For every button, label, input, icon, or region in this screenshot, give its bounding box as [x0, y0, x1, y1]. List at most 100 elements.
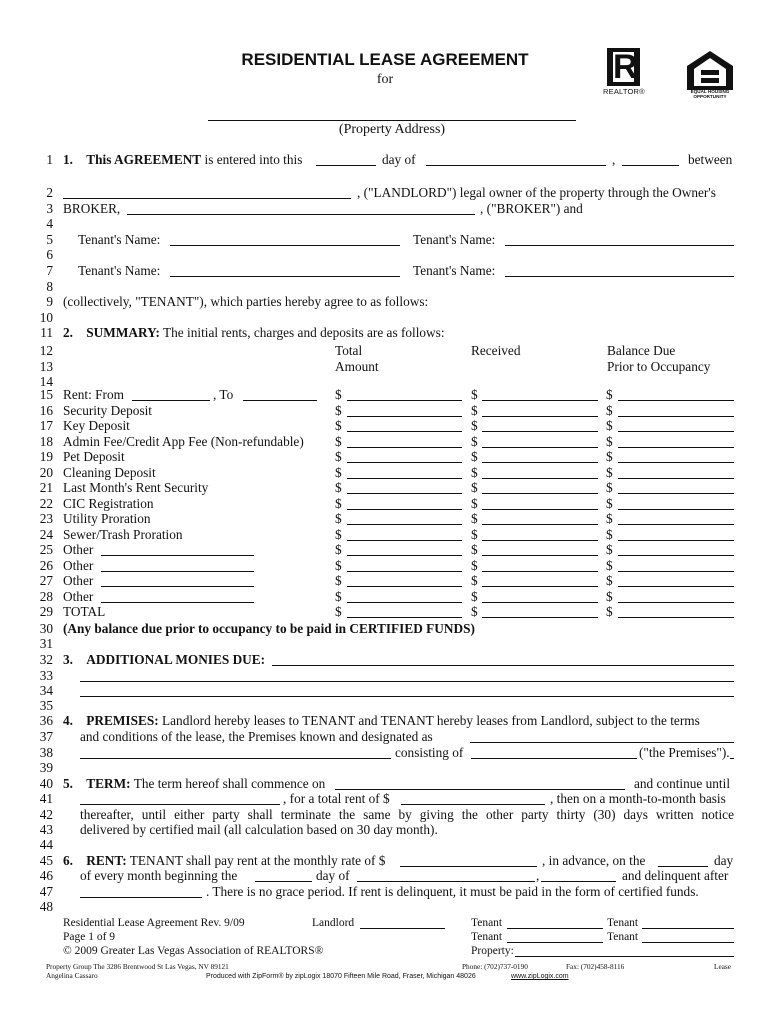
term-start-field[interactable]: [335, 776, 625, 790]
additional-monies-field-2[interactable]: [80, 668, 734, 682]
total-amount-field[interactable]: [347, 573, 462, 587]
other-description-field[interactable]: [101, 573, 254, 587]
received-field[interactable]: [482, 511, 598, 525]
form-revision: Residential Lease Agreement Rev. 9/09: [63, 917, 245, 929]
beginning-year-field[interactable]: [541, 868, 616, 882]
balance-due-field[interactable]: [618, 449, 734, 463]
property-address-field[interactable]: [208, 120, 576, 121]
received-field[interactable]: [482, 542, 598, 556]
other-description-field[interactable]: [101, 558, 254, 572]
total-amount-field[interactable]: [347, 449, 462, 463]
total-amount-field[interactable]: [347, 604, 462, 618]
ziplogix-link[interactable]: www.zipLogix.com: [511, 973, 569, 980]
balance-due-field[interactable]: [618, 465, 734, 479]
total-rent-field[interactable]: [401, 791, 545, 805]
total-amount-field[interactable]: [347, 558, 462, 572]
equal-housing-house-icon: [687, 51, 733, 90]
balance-due-field[interactable]: [618, 480, 734, 494]
beginning-day-field[interactable]: [255, 868, 312, 882]
tenant-initials-field-2[interactable]: [642, 916, 734, 929]
total-amount-field[interactable]: [347, 511, 462, 525]
balance-due-field[interactable]: [618, 589, 734, 603]
premises-designation-field[interactable]: [470, 729, 734, 743]
rent-from-field[interactable]: [132, 387, 210, 401]
agreement-day-field[interactable]: [316, 152, 376, 166]
balance-due-field[interactable]: [618, 558, 734, 572]
received-field[interactable]: [482, 403, 598, 417]
total-amount-field[interactable]: [347, 403, 462, 417]
total-amount-field[interactable]: [347, 542, 462, 556]
received-field[interactable]: [482, 418, 598, 432]
summary-row-label: Key Deposit: [63, 418, 130, 433]
total-amount-field[interactable]: [347, 418, 462, 432]
section-heading: RENT:: [86, 853, 127, 868]
agreement-month-field[interactable]: [426, 152, 606, 166]
total-amount-field[interactable]: [347, 465, 462, 479]
total-amount-field[interactable]: [347, 589, 462, 603]
text: and delinquent after: [622, 868, 729, 883]
column-header-total: Total: [335, 343, 363, 358]
balance-due-field[interactable]: [618, 511, 734, 525]
balance-due-field[interactable]: [618, 604, 734, 618]
received-field[interactable]: [482, 480, 598, 494]
balance-due-field[interactable]: [618, 542, 734, 556]
tenant-name-field-3[interactable]: [170, 263, 400, 277]
other-description-field[interactable]: [101, 589, 254, 603]
total-amount-field[interactable]: [347, 480, 462, 494]
line-number: 9: [46, 294, 53, 309]
balance-due-field[interactable]: [618, 434, 734, 448]
total-amount-field[interactable]: [347, 496, 462, 510]
received-field[interactable]: [482, 573, 598, 587]
tenant-initials-field-4[interactable]: [642, 930, 734, 943]
received-field[interactable]: [482, 387, 598, 401]
monthly-rate-field[interactable]: [400, 853, 537, 867]
total-amount-field[interactable]: [347, 434, 462, 448]
balance-due-field[interactable]: [618, 496, 734, 510]
received-field[interactable]: [482, 449, 598, 463]
received-field[interactable]: [482, 589, 598, 603]
premises-address-field[interactable]: [80, 745, 391, 759]
landlord-name-field[interactable]: [63, 185, 351, 199]
tenant-name-field-4[interactable]: [505, 263, 734, 277]
beginning-month-field[interactable]: [357, 868, 535, 882]
text: The initial rents, charges and deposits …: [163, 325, 445, 340]
balance-due-field[interactable]: [618, 573, 734, 587]
additional-monies-field-1[interactable]: [272, 652, 734, 666]
tenant-initials-field-1[interactable]: [507, 916, 603, 929]
tenant-name-field-1[interactable]: [170, 232, 400, 246]
rent-to-field[interactable]: [243, 387, 317, 401]
tenant-initials-field-3[interactable]: [507, 930, 603, 943]
balance-due-field[interactable]: [618, 527, 734, 541]
balance-due-field[interactable]: [618, 403, 734, 417]
property-initials-field[interactable]: [515, 944, 734, 957]
agreement-year-field[interactable]: [622, 152, 679, 166]
delinquent-after-field[interactable]: [80, 884, 202, 898]
tenant-name-field-2[interactable]: [505, 232, 734, 246]
total-amount-field[interactable]: [347, 527, 462, 541]
currency-symbol: $: [335, 465, 342, 480]
line-number: 48: [39, 899, 53, 914]
total-amount-field[interactable]: [347, 387, 462, 401]
received-field[interactable]: [482, 527, 598, 541]
currency-symbol: $: [606, 465, 613, 480]
broker-name-field[interactable]: [127, 201, 475, 215]
received-field[interactable]: [482, 558, 598, 572]
currency-symbol: $: [471, 434, 478, 449]
section-2-heading: 2. SUMMARY: The initial rents, charges a…: [63, 325, 445, 341]
received-field[interactable]: [482, 604, 598, 618]
received-field[interactable]: [482, 496, 598, 510]
summary-row-label: Cleaning Deposit: [63, 465, 156, 480]
balance-due-field[interactable]: [618, 418, 734, 432]
line-number: 37: [39, 729, 53, 744]
term-end-field[interactable]: [80, 791, 280, 805]
rent-due-day-field[interactable]: [658, 853, 708, 867]
landlord-initials-field[interactable]: [360, 916, 445, 929]
received-field[interactable]: [482, 465, 598, 479]
property-label: Property:: [471, 945, 514, 957]
other-description-field[interactable]: [101, 542, 254, 556]
received-field[interactable]: [482, 434, 598, 448]
line-number: 40: [39, 776, 53, 791]
balance-due-field[interactable]: [618, 387, 734, 401]
text: day: [714, 853, 734, 868]
additional-monies-field-3[interactable]: [80, 683, 734, 697]
